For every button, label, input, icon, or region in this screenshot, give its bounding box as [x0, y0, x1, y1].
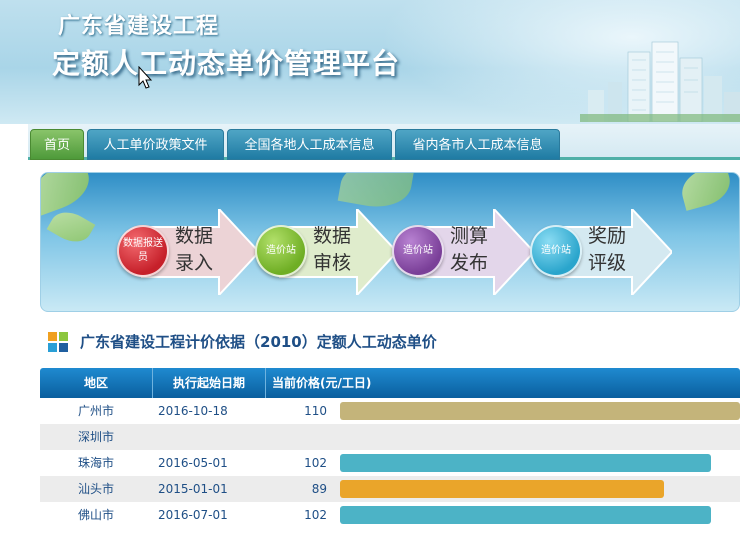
section-title: 广东省建设工程计价依据（2010）定额人工动态单价 [80, 333, 437, 351]
labor-price-table: 地区 执行起始日期 当前价格(元/工日) 广州市 2016-10-18 110 深圳市… [40, 368, 740, 528]
step-badge: 造价站 [530, 225, 582, 277]
step-badge: 造价站 [255, 225, 307, 277]
column-header-current-price: 当前价格(元/工日) [265, 368, 740, 398]
section-grid-icon [48, 332, 68, 352]
leaf-decoration [46, 204, 96, 250]
leaf-decoration [677, 173, 735, 211]
main-nav: 首页 人工单价政策文件 全国各地人工成本信息 省内各市人工成本信息 [28, 124, 740, 160]
price-bar [340, 480, 664, 498]
tab-provincial-labor-cost[interactable]: 省内各市人工成本信息 [395, 129, 560, 160]
cell-price: 102 [304, 508, 327, 522]
cell-region: 广州市 [77, 404, 114, 418]
cell-start-date: 2016-07-01 [158, 508, 228, 522]
tab-national-labor-cost[interactable]: 全国各地人工成本信息 [227, 129, 392, 160]
platform-title-line2: 定额人工动态单价管理平台 [52, 47, 401, 80]
table-header: 地区 执行起始日期 当前价格(元/工日) [40, 368, 740, 398]
table-row: 汕头市 2015-01-01 89 [40, 476, 740, 502]
tab-policy-documents[interactable]: 人工单价政策文件 [87, 129, 224, 160]
column-header-region: 地区 [83, 376, 108, 390]
leaf-decoration [337, 173, 415, 213]
header-banner: 广东省建设工程 定额人工动态单价管理平台 [0, 0, 740, 124]
table-row: 深圳市 [40, 424, 740, 450]
cell-region: 汕头市 [77, 482, 114, 496]
step-badge: 造价站 [392, 225, 444, 277]
cell-region: 佛山市 [77, 508, 114, 522]
table-row: 珠海市 2016-05-01 102 [40, 450, 740, 476]
leaf-decoration [41, 173, 97, 217]
step-label: 数据录入 [175, 225, 214, 274]
price-bar [340, 454, 711, 472]
platform-title-line1: 广东省建设工程 [58, 13, 220, 39]
cell-price: 89 [311, 482, 327, 496]
step-badge: 数据报送员 [117, 225, 169, 277]
step-label: 测算发布 [450, 225, 489, 274]
cell-price: 102 [304, 456, 327, 470]
cell-price: 110 [304, 404, 327, 418]
cell-region: 珠海市 [77, 456, 114, 470]
table-row: 佛山市 2016-07-01 102 [40, 502, 740, 528]
price-bar [340, 506, 711, 524]
mouse-cursor-icon [138, 66, 153, 89]
tab-home[interactable]: 首页 [30, 129, 84, 160]
cell-start-date: 2016-10-18 [158, 404, 228, 418]
table-row: 广州市 2016-10-18 110 [40, 398, 740, 424]
cell-start-date: 2015-01-01 [158, 482, 228, 496]
cell-region: 深圳市 [77, 430, 114, 444]
cell-start-date: 2016-05-01 [158, 456, 228, 470]
step-label: 奖励评级 [588, 225, 627, 274]
column-header-start-date: 执行起始日期 [152, 368, 265, 398]
city-skyline-image [580, 41, 740, 122]
step-label: 数据审核 [313, 225, 352, 274]
workflow-banner: 数据报送员 数据录入 造价站 数据审核 造价站 测算发布 造价站 奖励评级 [40, 172, 740, 312]
price-bar [340, 402, 740, 420]
